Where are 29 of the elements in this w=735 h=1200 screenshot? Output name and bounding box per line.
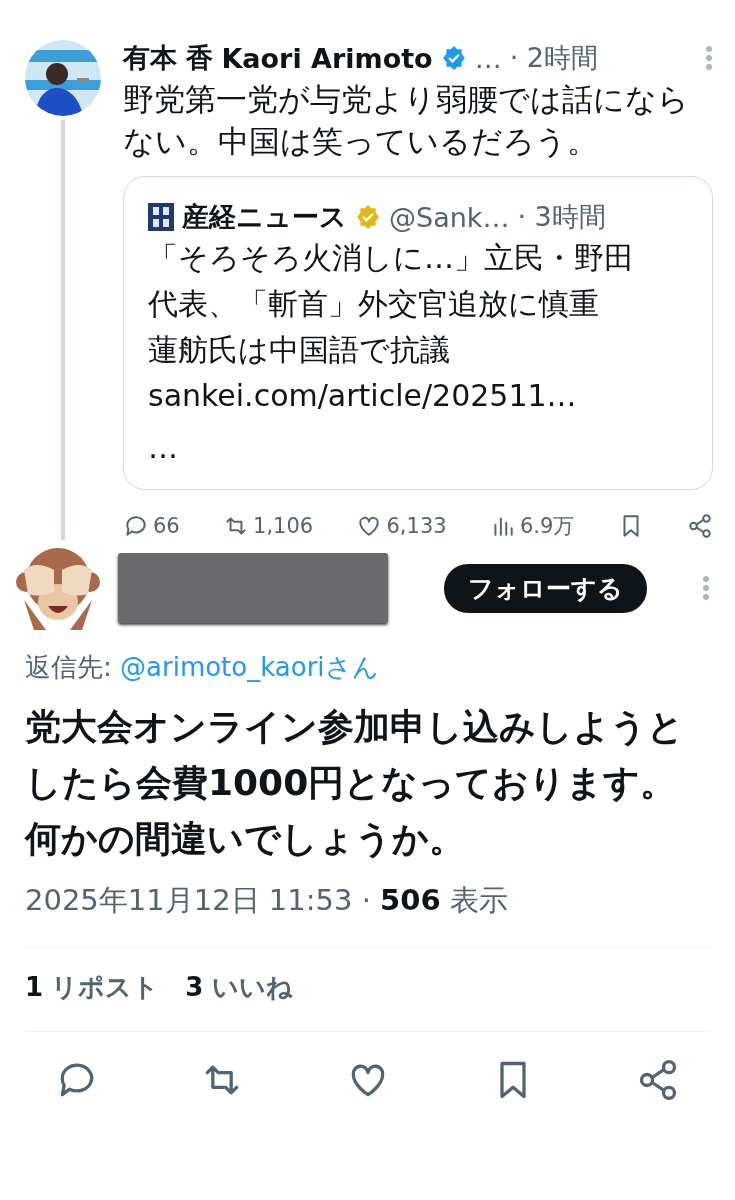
quote-time: · 3時間 <box>517 200 606 234</box>
reply-icon[interactable] <box>123 513 149 539</box>
stat-link[interactable]: 3 いいね <box>185 970 293 1005</box>
newspaper-logo-icon <box>148 203 174 231</box>
reply-to-line: 返信先: @arimoto_kaori さん <box>25 651 380 684</box>
quote-text-line: 代表、「斬首」外交官追放に慎重 <box>148 285 600 323</box>
reply-text: 党大会オンライン参加申し込みしようとしたら会費1000円となっております。何かの間違いでしょうか。 <box>25 705 685 861</box>
separator: · <box>361 883 371 917</box>
action-count: 1,106 <box>253 514 314 538</box>
quote-text-line: sankei.com/article/202511… <box>148 377 578 415</box>
quote-text-line: 「そろそろ火消しに…」立民・野田 <box>148 239 635 277</box>
view-count: 506 表示 <box>380 883 508 917</box>
share-icon[interactable] <box>686 513 713 539</box>
action-count: 6.9万 <box>519 513 575 540</box>
author-handle: … <box>474 42 502 74</box>
action-count: 6,133 <box>386 514 447 538</box>
action-count: 66 <box>153 514 180 538</box>
quote-handle: @Sank… <box>389 201 510 233</box>
quote-author-name: 産経ニュース <box>182 200 347 234</box>
post-text: 野党第一党が与党より弱腰では話にならない。中国は笑っているだろう。 <box>123 80 690 161</box>
author-name: 有本 香 <box>123 41 214 75</box>
stat-link[interactable]: 1 リポスト <box>25 970 160 1005</box>
follow-button[interactable]: フォローする <box>443 563 647 613</box>
quote-text-line: … <box>148 429 179 467</box>
quote-card[interactable]: 産経ニュース @Sank… · 3時間 「そろそろ火消しに…」立民・野田 代表、「斬首」外交官追放に慎重 蓮舫氏は中国語で抗議 sankei.com/article/202511… … <box>123 176 713 490</box>
post-time: · 2時間 <box>509 41 599 75</box>
author-display-name: Kaori Arimoto <box>221 42 433 74</box>
quote-text-line: 蓮舫氏は中国語で抗議 <box>148 331 451 369</box>
timestamp: 2025年11月12日 11:53 <box>25 883 353 917</box>
